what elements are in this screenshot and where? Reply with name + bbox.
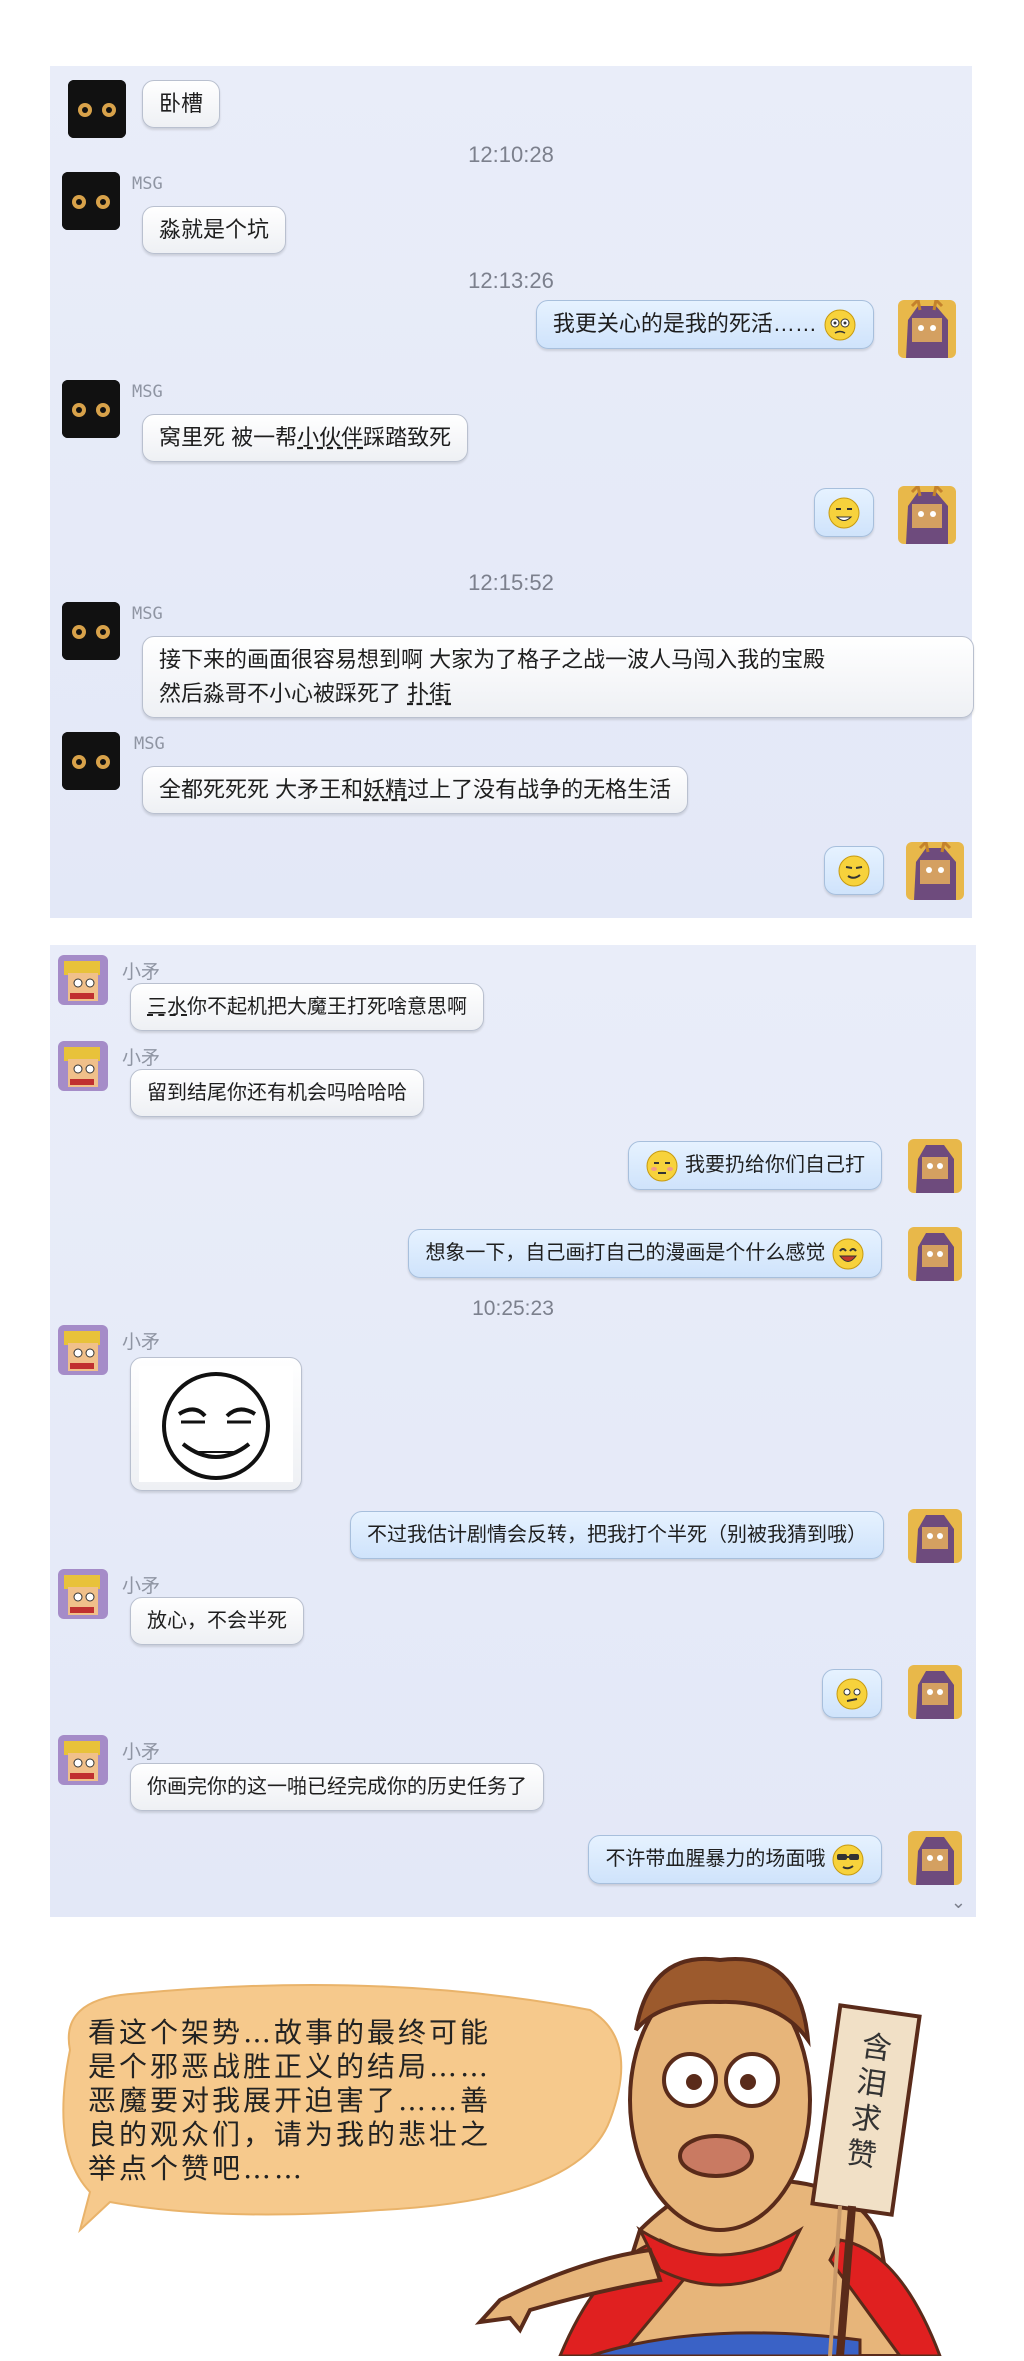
message-text: 我更关心的是我的死活…… — [552, 311, 817, 336]
avatar-self — [908, 1509, 962, 1563]
underlined-term[interactable]: 妖精 — [363, 777, 407, 802]
sticker-bubble[interactable] — [130, 1357, 302, 1491]
avatar-self — [908, 1227, 962, 1281]
sender-name: 小矛 — [122, 1742, 161, 1763]
avatar-cat — [62, 732, 120, 790]
message-bubble-self[interactable]: 不过我估计剧情会反转，把我打个半死（别被我猜到哦） — [350, 1511, 884, 1559]
message-bubble[interactable]: 留到结尾你还有机会吗哈哈哈 — [130, 1069, 424, 1117]
avatar-self — [898, 486, 956, 544]
message-bubble-self[interactable]: 我要扔给你们自己打 — [628, 1141, 882, 1190]
sender-name: MSG — [132, 174, 163, 194]
message-bubble[interactable]: 放心，不会半死 — [130, 1597, 304, 1645]
avatar-self — [898, 300, 956, 358]
shy-face-icon — [646, 1150, 678, 1182]
message-bubble-self[interactable]: 不许带血腥暴力的场面哦 — [588, 1835, 882, 1884]
timestamp: 12:13:26 — [468, 268, 554, 293]
message-text: 我要扔给你们自己打 — [685, 1154, 865, 1176]
message-bubble[interactable]: 三水你不起机把大魔王打死啥意思啊 — [130, 983, 484, 1031]
speech-bubble-text: 看这个架势…故事的最终可能 是个邪恶战胜正义的结局…… 恶魔要对我展开迫害了……… — [88, 2016, 492, 2185]
cool-face-icon — [832, 1844, 864, 1876]
message-bubble-self[interactable]: 我更关心的是我的死活…… — [535, 300, 874, 350]
underlined-term[interactable]: 小伙伴 — [297, 425, 363, 450]
sender-name: MSG — [134, 734, 165, 754]
message-bubble[interactable]: 你画完你的这一啪已经完成你的历史任务了 — [130, 1763, 544, 1811]
sender-name: MSG — [132, 604, 163, 624]
message-text: 你不起机把大魔王打死啥意思啊 — [187, 996, 467, 1018]
message-bubble-self[interactable] — [814, 488, 874, 538]
message-text: 然后淼哥不小心被踩死了 — [159, 681, 408, 706]
avatar-self — [908, 1665, 962, 1719]
avatar-self — [908, 1139, 962, 1193]
message-bubble-self[interactable] — [822, 1669, 882, 1719]
chevron-down-icon[interactable]: ⌄ — [951, 1892, 966, 1913]
avatar-cat — [68, 80, 126, 138]
message-text: 想象一下，自己画打自己的漫画是个什么感觉 — [425, 1242, 826, 1264]
smug-face-icon — [836, 1678, 868, 1710]
underlined-term[interactable]: 三水 — [147, 996, 187, 1018]
message-bubble[interactable]: 卧槽 — [142, 80, 221, 128]
sender-name: 小矛 — [122, 1048, 161, 1069]
message-bubble[interactable]: 窝里死 被一帮小伙伴踩踏致死 — [142, 414, 469, 462]
message-text: 踩踏致死 — [363, 425, 452, 450]
timestamp: 12:15:52 — [468, 570, 554, 595]
avatar-self — [908, 1831, 962, 1885]
avatar-xiaomao — [58, 1041, 108, 1091]
sender-name: 小矛 — [122, 962, 161, 983]
chat-panel-1: 卧槽 12:10:28 MSG 淼就是个坑 12:13:26 我更关心的是我的死… — [50, 66, 974, 918]
avatar-cat — [62, 380, 120, 438]
message-text: 不许带血腥暴力的场面哦 — [605, 1848, 826, 1870]
message-bubble[interactable]: 全都死死死 大矛王和妖精过上了没有战争的无格生活 — [142, 766, 689, 814]
message-text: 过上了没有战争的无格生活 — [407, 777, 672, 802]
message-text: 全都死死死 大矛王和 — [159, 777, 364, 802]
avatar-self — [906, 842, 964, 900]
avatar-cat — [62, 172, 120, 230]
timestamp: 12:10:28 — [468, 142, 554, 167]
message-bubble[interactable]: 接下来的画面很容易想到啊 大家为了格子之战一波人马闯入我的宝殿 然后淼哥不小心被… — [142, 636, 974, 718]
message-bubble-self[interactable] — [824, 846, 884, 896]
grin-face-icon — [828, 497, 860, 529]
sender-name: 小矛 — [122, 1332, 161, 1353]
smirk-face-icon — [838, 855, 870, 887]
laugh-face-icon — [832, 1238, 864, 1270]
smug-meme-face — [139, 1366, 293, 1482]
sender-name: MSG — [132, 382, 163, 402]
message-text: 接下来的画面很容易想到啊 大家为了格子之战一波人马闯入我的宝殿 — [159, 647, 826, 672]
underlined-term[interactable]: 扑街 — [407, 681, 451, 706]
avatar-cat — [62, 602, 120, 660]
confused-face-icon — [824, 309, 856, 341]
message-bubble[interactable]: 淼就是个坑 — [142, 206, 287, 254]
sender-name: 小矛 — [122, 1576, 161, 1597]
avatar-xiaomao — [58, 1325, 108, 1375]
avatar-xiaomao — [58, 1735, 108, 1785]
message-bubble-self[interactable]: 想象一下，自己画打自己的漫画是个什么感觉 — [408, 1229, 882, 1278]
avatar-xiaomao — [58, 1569, 108, 1619]
chat-panel-2: 小矛 三水你不起机把大魔王打死啥意思啊 小矛 留到结尾你还有机会吗哈哈哈 我要扔… — [50, 945, 976, 1917]
avatar-xiaomao — [58, 955, 108, 1005]
message-text: 窝里死 被一帮 — [159, 425, 298, 450]
timestamp: 10:25:23 — [472, 1297, 554, 1320]
